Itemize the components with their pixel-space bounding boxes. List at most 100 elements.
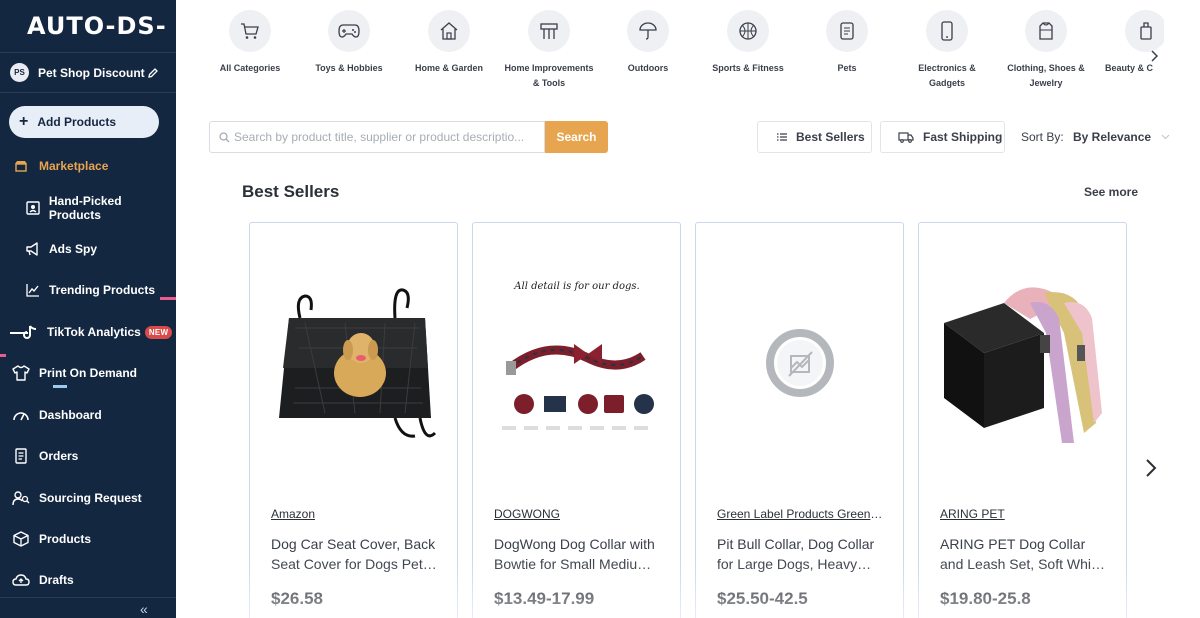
- dog-collar-image: All detail is for our dogs.: [488, 263, 666, 463]
- category-label: Toys & Hobbies: [315, 63, 383, 73]
- sidebar-item-print-on-demand[interactable]: Print On Demand: [0, 353, 176, 393]
- category-home-garden[interactable]: Home & Garden: [403, 10, 495, 76]
- main-content: All Categories Toys & Hobbies Home & Gar…: [176, 0, 1200, 618]
- category-home-improvements[interactable]: Home Improvements & Tools: [503, 10, 595, 91]
- add-products-label: Add Products: [37, 115, 117, 129]
- category-all[interactable]: All Categories: [204, 10, 296, 76]
- product-card[interactable]: Green Label Products Green Label Pit Bul…: [695, 222, 904, 618]
- best-sellers-filter-button[interactable]: Best Sellers: [757, 121, 872, 153]
- search-input[interactable]: [234, 130, 534, 144]
- collapse-sidebar-button[interactable]: «: [0, 597, 176, 618]
- sidebar-item-label: Marketplace: [39, 159, 109, 173]
- shirt-icon: [12, 364, 30, 382]
- orders-icon: [12, 447, 30, 465]
- sort-select[interactable]: By Relevance: [1073, 130, 1170, 144]
- search-icon: [219, 131, 230, 143]
- category-label: Clothing, Shoes & Jewelry: [1007, 63, 1085, 88]
- dashboard-icon: [12, 406, 30, 424]
- product-title[interactable]: Pit Bull Collar, Dog Collar for Large Do…: [717, 534, 885, 574]
- store-icon: [12, 157, 30, 175]
- category-electronics[interactable]: Electronics & Gadgets: [901, 10, 993, 91]
- category-label: Home Improvements & Tools: [504, 63, 594, 88]
- add-products-button[interactable]: + Add Products: [9, 106, 159, 138]
- house-icon: [428, 10, 470, 52]
- box-icon: [12, 530, 30, 548]
- category-label: Sports & Fitness: [712, 63, 784, 73]
- category-label: Home & Garden: [414, 63, 483, 73]
- category-label: All Categories: [219, 63, 281, 73]
- category-toys[interactable]: Toys & Hobbies: [303, 10, 395, 76]
- sidebar-item-hand-picked[interactable]: Hand-Picked Products: [0, 188, 176, 228]
- seat-cover-image: [265, 263, 443, 463]
- category-beauty[interactable]: Beauty & C: [1100, 10, 1164, 76]
- sort-by-label: Sort By:: [1021, 130, 1064, 144]
- product-brand-link[interactable]: Amazon: [271, 507, 439, 521]
- autods-logo[interactable]: AUTO-DS-: [0, 0, 176, 53]
- see-more-link[interactable]: See more: [1084, 185, 1138, 199]
- shirt-icon: [1025, 10, 1067, 52]
- tools-icon: [528, 10, 570, 52]
- sidebar-item-label: Dashboard: [39, 408, 102, 422]
- product-price: $26.58: [271, 589, 323, 608]
- section-title: Best Sellers: [242, 182, 340, 201]
- store-selector[interactable]: PS Pet Shop Discount: [0, 53, 176, 93]
- plus-icon: +: [19, 113, 29, 130]
- search-field[interactable]: [209, 121, 545, 153]
- sidebar-item-label: Products: [39, 532, 92, 546]
- product-title[interactable]: Dog Car Seat Cover, Back Seat Cover for …: [271, 534, 439, 574]
- sidebar-item-tiktok-analytics[interactable]: TikTok Analytics NEW: [0, 312, 176, 352]
- sidebar-item-label: Orders: [39, 449, 79, 463]
- gamepad-icon: [328, 10, 370, 52]
- tiktok-icon: [10, 323, 40, 341]
- search-button[interactable]: Search: [545, 121, 608, 153]
- category-pets[interactable]: Pets: [801, 10, 893, 76]
- pet-icon: [826, 10, 868, 52]
- product-card[interactable]: ARING PET ARING PET Dog Collar and Leash…: [918, 222, 1127, 618]
- product-price: $19.80-25.8: [940, 589, 1031, 608]
- sidebar-item-dashboard[interactable]: Dashboard: [0, 395, 176, 435]
- fast-shipping-label: Fast Shipping: [923, 130, 1003, 144]
- sidebar-item-label: Print On Demand: [39, 366, 138, 380]
- category-next-chevron-icon[interactable]: [1146, 47, 1162, 65]
- image-caption: All detail is for our dogs.: [514, 281, 640, 292]
- product-price: $13.49-17.99: [494, 589, 595, 608]
- category-outdoors[interactable]: Outdoors: [602, 10, 694, 76]
- fast-shipping-filter-button[interactable]: Fast Shipping: [880, 121, 1005, 153]
- double-chevron-left-icon: «: [140, 601, 148, 617]
- megaphone-icon: [24, 240, 42, 258]
- store-avatar: PS: [10, 63, 29, 82]
- product-card[interactable]: Amazon Dog Car Seat Cover, Back Seat Cov…: [249, 222, 458, 618]
- collar-set-image: [934, 263, 1112, 463]
- sidebar-item-trending[interactable]: Trending Products: [0, 270, 176, 310]
- product-title[interactable]: ARING PET Dog Collar and Leash Set, Soft…: [940, 534, 1108, 574]
- sourcing-icon: [12, 489, 30, 507]
- category-clothing[interactable]: Clothing, Shoes & Jewelry: [1000, 10, 1092, 91]
- phone-icon: [926, 10, 968, 52]
- trending-icon: [24, 281, 42, 299]
- sidebar-item-drafts[interactable]: Drafts: [0, 560, 176, 600]
- product-title[interactable]: DogWong Dog Collar with Bowtie for Small…: [494, 534, 662, 574]
- best-sellers-label: Best Sellers: [796, 130, 865, 144]
- umbrella-icon: [627, 10, 669, 52]
- app-root: AUTO-DS- PS Pet Shop Discount + Add Prod…: [0, 0, 1200, 618]
- product-card[interactable]: All detail is for our dogs. DOGWONG DogW…: [472, 222, 681, 618]
- sidebar-item-marketplace[interactable]: Marketplace: [0, 146, 176, 186]
- sidebar-item-sourcing-request[interactable]: Sourcing Request: [0, 478, 176, 518]
- carousel-next-chevron-icon[interactable]: [1141, 455, 1161, 481]
- sidebar-item-products[interactable]: Products: [0, 519, 176, 559]
- product-brand-link[interactable]: Green Label Products Green Label: [717, 507, 885, 521]
- sidebar-item-ads-spy[interactable]: Ads Spy: [0, 229, 176, 269]
- product-brand-link[interactable]: ARING PET: [940, 507, 1108, 521]
- category-label: Pets: [837, 63, 857, 73]
- sidebar-item-orders[interactable]: Orders: [0, 436, 176, 476]
- sidebar-item-label: Drafts: [39, 573, 74, 587]
- product-brand-link[interactable]: DOGWONG: [494, 507, 662, 521]
- category-sports[interactable]: Sports & Fitness: [702, 10, 794, 76]
- cart-icon: [229, 10, 271, 52]
- beauty-icon: [1125, 10, 1164, 52]
- pencil-icon[interactable]: [146, 66, 160, 80]
- drafts-icon: [12, 571, 30, 589]
- hand-picked-icon: [24, 199, 42, 217]
- scroll-marker: [160, 297, 176, 300]
- sidebar-item-label: Trending Products: [49, 283, 156, 297]
